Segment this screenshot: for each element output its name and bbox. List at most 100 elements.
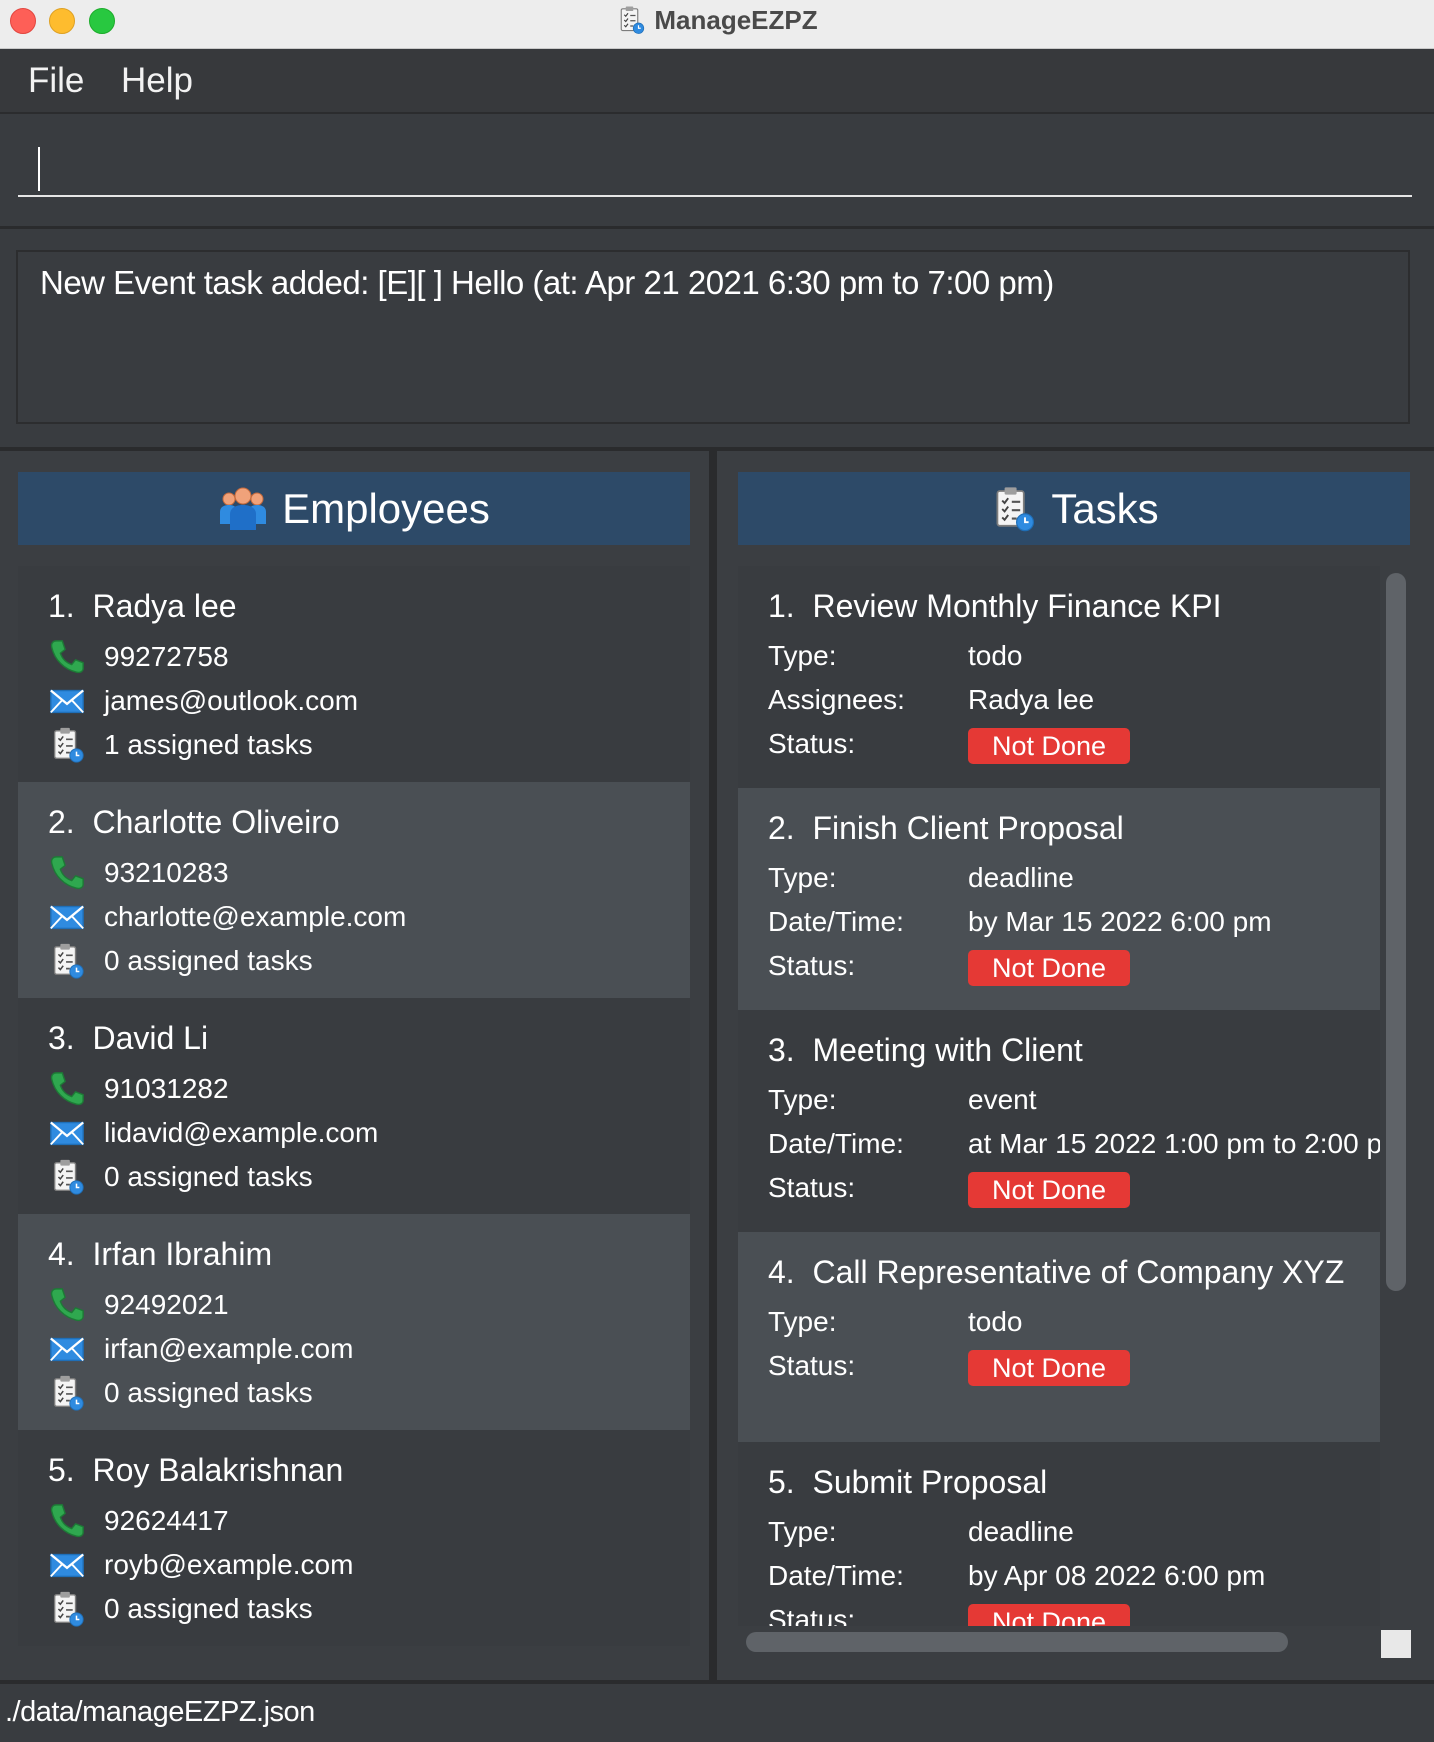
employees-title: Employees — [282, 484, 490, 532]
employee-card[interactable]: 4. Irfan Ibrahim 92492021 irfan@example.… — [18, 1214, 690, 1430]
employee-list[interactable]: 1. Radya lee 99272758 james@outlook.com … — [18, 566, 690, 1646]
employee-index: 3. — [48, 1020, 75, 1056]
employee-task-count: 0 assigned tasks — [104, 945, 313, 976]
phone-icon — [48, 638, 86, 676]
tasks-title: Tasks — [1051, 484, 1159, 532]
employee-phone-row: 99272758 — [48, 638, 229, 676]
employee-tasks-row: 1 assigned tasks — [48, 726, 313, 764]
task-assignees-label: Assignees: — [768, 684, 905, 715]
employee-index: 2. — [48, 804, 75, 840]
task-datetime: by Apr 08 2022 6:00 pm — [968, 1560, 1266, 1591]
employee-phone-row: 92492021 — [48, 1286, 229, 1324]
employee-email: lidavid@example.com — [104, 1117, 379, 1148]
employee-card[interactable]: 5. Roy Balakrishnan 92624417 royb@exampl… — [18, 1430, 690, 1646]
phone-icon — [48, 854, 86, 892]
text-cursor — [38, 147, 40, 191]
employee-phone: 93210283 — [104, 857, 229, 888]
menu-bar: File Help — [0, 49, 1434, 114]
task-index: 3. — [768, 1032, 795, 1068]
task-list-horizontal-scrollbar[interactable] — [746, 1632, 1288, 1652]
task-card[interactable]: 2. Finish Client Proposal Type: deadline… — [738, 788, 1380, 1010]
employee-index: 5. — [48, 1452, 75, 1488]
mail-icon — [48, 898, 86, 936]
split-pane-divider[interactable] — [709, 451, 717, 1681]
status-badge: Not Done — [968, 728, 1131, 764]
employee-phone: 99272758 — [104, 641, 229, 672]
task-datetime-label: Date/Time: — [768, 1128, 904, 1159]
task-list-icon — [48, 1590, 86, 1628]
employee-tasks-row: 0 assigned tasks — [48, 942, 313, 980]
task-name-line: 4. Call Representative of Company XYZ — [768, 1254, 1344, 1291]
task-name: Finish Client Proposal — [812, 810, 1124, 846]
task-card[interactable]: 3. Meeting with Client Type: event Date/… — [738, 1010, 1380, 1232]
employee-task-count: 0 assigned tasks — [104, 1593, 313, 1624]
tasks-header: Tasks — [738, 472, 1410, 545]
result-display-area: New Event task added: [E][ ] Hello (at: … — [0, 229, 1434, 451]
task-name: Review Monthly Finance KPI — [812, 588, 1222, 624]
employee-email-row: charlotte@example.com — [48, 898, 406, 936]
employees-header: Employees — [18, 472, 690, 545]
mail-icon — [48, 1546, 86, 1584]
employee-tasks-row: 0 assigned tasks — [48, 1590, 313, 1628]
title-bar: ManageEZPZ — [0, 0, 1434, 49]
task-index: 2. — [768, 810, 795, 846]
employee-name-line: 1. Radya lee — [48, 588, 237, 625]
task-type: deadline — [968, 1516, 1074, 1547]
mail-icon — [48, 1114, 86, 1152]
task-list-icon — [48, 726, 86, 764]
employee-index: 4. — [48, 1236, 75, 1272]
employee-card[interactable]: 1. Radya lee 99272758 james@outlook.com … — [18, 566, 690, 782]
window-title: ManageEZPZ — [654, 4, 818, 35]
employee-phone: 92492021 — [104, 1289, 229, 1320]
task-status-label: Status: — [768, 1350, 856, 1381]
result-display: New Event task added: [E][ ] Hello (at: … — [16, 250, 1410, 424]
task-list-icon — [989, 485, 1037, 533]
task-type-label: Type: — [768, 1516, 837, 1547]
task-name: Submit Proposal — [812, 1464, 1048, 1500]
employee-name-line: 3. David Li — [48, 1020, 208, 1057]
task-status-label: Status: — [768, 1172, 856, 1203]
employee-email: charlotte@example.com — [104, 901, 407, 932]
menu-help[interactable]: Help — [121, 61, 193, 101]
task-assignees: Radya lee — [968, 684, 1095, 715]
menu-file[interactable]: File — [28, 61, 84, 101]
employee-name-line: 5. Roy Balakrishnan — [48, 1452, 343, 1489]
employee-name-line: 2. Charlotte Oliveiro — [48, 804, 340, 841]
task-type: event — [968, 1084, 1037, 1115]
employee-email-row: james@outlook.com — [48, 682, 358, 720]
employee-email-row: lidavid@example.com — [48, 1114, 378, 1152]
task-type: todo — [968, 640, 1023, 671]
employee-name: David Li — [92, 1020, 209, 1056]
phone-icon — [48, 1286, 86, 1324]
scroll-corner — [1381, 1630, 1411, 1658]
employee-phone: 92624417 — [104, 1505, 229, 1536]
task-name: Call Representative of Company XYZ — [812, 1254, 1345, 1290]
employee-phone-row: 91031282 — [48, 1070, 229, 1108]
task-card[interactable]: 5. Submit Proposal Type: deadline Date/T… — [738, 1442, 1380, 1626]
employee-task-count: 1 assigned tasks — [104, 729, 313, 760]
status-badge: Not Done — [968, 1604, 1131, 1626]
employee-email: james@outlook.com — [104, 685, 359, 716]
people-icon — [218, 484, 268, 534]
employee-name-line: 4. Irfan Ibrahim — [48, 1236, 272, 1273]
mail-icon — [48, 1330, 86, 1368]
task-type-label: Type: — [768, 1084, 837, 1115]
task-list[interactable]: 1. Review Monthly Finance KPI Type: todo… — [738, 566, 1380, 1626]
employee-task-count: 0 assigned tasks — [104, 1161, 313, 1192]
employee-phone-row: 93210283 — [48, 854, 229, 892]
command-input[interactable] — [18, 139, 1412, 197]
employee-card[interactable]: 2. Charlotte Oliveiro 93210283 charlotte… — [18, 782, 690, 998]
employee-phone: 91031282 — [104, 1073, 229, 1104]
task-type-label: Type: — [768, 640, 837, 671]
task-card[interactable]: 1. Review Monthly Finance KPI Type: todo… — [738, 566, 1380, 788]
task-list-vertical-scrollbar[interactable] — [1386, 573, 1406, 1291]
employee-tasks-row: 0 assigned tasks — [48, 1374, 313, 1412]
mail-icon — [48, 682, 86, 720]
employee-card[interactable]: 3. David Li 91031282 lidavid@example.com… — [18, 998, 690, 1214]
task-card[interactable]: 4. Call Representative of Company XYZ Ty… — [738, 1232, 1380, 1442]
task-index: 5. — [768, 1464, 795, 1500]
task-status-label: Status: — [768, 1604, 856, 1626]
task-name-line: 2. Finish Client Proposal — [768, 810, 1124, 847]
status-badge: Not Done — [968, 950, 1131, 986]
employee-task-count: 0 assigned tasks — [104, 1377, 313, 1408]
